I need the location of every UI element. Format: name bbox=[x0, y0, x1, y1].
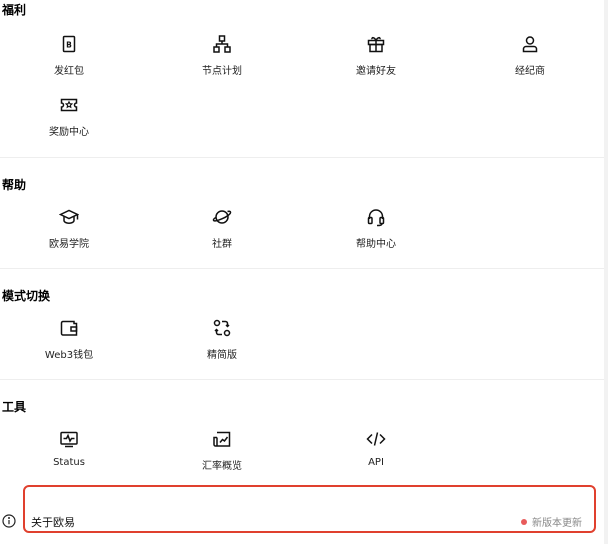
rewards-center-button[interactable]: 奖励中心 bbox=[9, 95, 129, 138]
red-packet-icon: B bbox=[59, 34, 79, 54]
help-section: 帮助 欧易学院 社群 帮助中心 bbox=[0, 157, 604, 268]
ticket-star-icon bbox=[59, 95, 79, 115]
about-okx-row[interactable] bbox=[23, 485, 596, 533]
update-status: 新版本更新 bbox=[521, 514, 582, 529]
red-packet-button[interactable]: B 发红包 bbox=[9, 34, 129, 77]
web3-wallet-button[interactable]: Web3钱包 bbox=[9, 318, 129, 361]
benefits-section: 福利 B 发红包 节点计划 邀请好友 经纪商 奖励中心 bbox=[0, 0, 604, 157]
section-title: 模式切换 bbox=[2, 289, 51, 303]
api-label: API bbox=[368, 457, 384, 468]
help-center-button[interactable]: 帮助中心 bbox=[316, 207, 436, 250]
info-circle-icon bbox=[2, 513, 16, 528]
wallet-icon bbox=[59, 318, 79, 338]
svg-text:B: B bbox=[66, 41, 72, 50]
graduation-cap-icon bbox=[59, 207, 79, 227]
lite-mode-label: 精简版 bbox=[207, 350, 237, 361]
invite-friends-label: 邀请好友 bbox=[356, 66, 396, 77]
status-label: Status bbox=[53, 457, 85, 468]
web3-wallet-label: Web3钱包 bbox=[44, 350, 94, 361]
section-title: 工具 bbox=[2, 400, 27, 414]
trend-chart-icon bbox=[212, 429, 232, 449]
headset-icon bbox=[366, 207, 386, 227]
okx-academy-label: 欧易学院 bbox=[49, 239, 89, 250]
status-button[interactable]: Status bbox=[9, 429, 129, 468]
mode-switch-section: 模式切换 Web3钱包 精简版 bbox=[0, 268, 604, 379]
community-label: 社群 bbox=[212, 239, 232, 250]
switch-arrows-icon bbox=[212, 318, 232, 338]
planet-icon bbox=[212, 207, 232, 227]
broker-label: 经纪商 bbox=[515, 66, 545, 77]
exchange-rate-button[interactable]: 汇率概览 bbox=[162, 429, 282, 472]
about-okx-label: 关于欧易 bbox=[31, 516, 75, 529]
update-status-label: 新版本更新 bbox=[532, 518, 582, 529]
node-network-icon bbox=[212, 34, 232, 54]
lite-mode-button[interactable]: 精简版 bbox=[162, 318, 282, 361]
community-button[interactable]: 社群 bbox=[162, 207, 282, 250]
code-icon bbox=[366, 429, 386, 449]
section-title: 福利 bbox=[2, 3, 27, 17]
section-title: 帮助 bbox=[2, 178, 27, 192]
broker-button[interactable]: 经纪商 bbox=[470, 34, 590, 77]
person-icon bbox=[520, 34, 540, 54]
pulse-monitor-icon bbox=[59, 429, 79, 449]
node-plan-label: 节点计划 bbox=[202, 66, 242, 77]
gift-icon bbox=[366, 34, 386, 54]
node-plan-button[interactable]: 节点计划 bbox=[162, 34, 282, 77]
api-button[interactable]: API bbox=[316, 429, 436, 468]
menu-page: 福利 B 发红包 节点计划 邀请好友 经纪商 奖励中心 帮助 欧易学院 社群 帮… bbox=[0, 0, 604, 544]
red-packet-label: 发红包 bbox=[54, 66, 84, 77]
okx-academy-button[interactable]: 欧易学院 bbox=[9, 207, 129, 250]
exchange-rate-label: 汇率概览 bbox=[202, 461, 242, 472]
invite-friends-button[interactable]: 邀请好友 bbox=[316, 34, 436, 77]
rewards-center-label: 奖励中心 bbox=[49, 127, 89, 138]
update-dot bbox=[521, 519, 527, 525]
help-center-label: 帮助中心 bbox=[356, 239, 396, 250]
